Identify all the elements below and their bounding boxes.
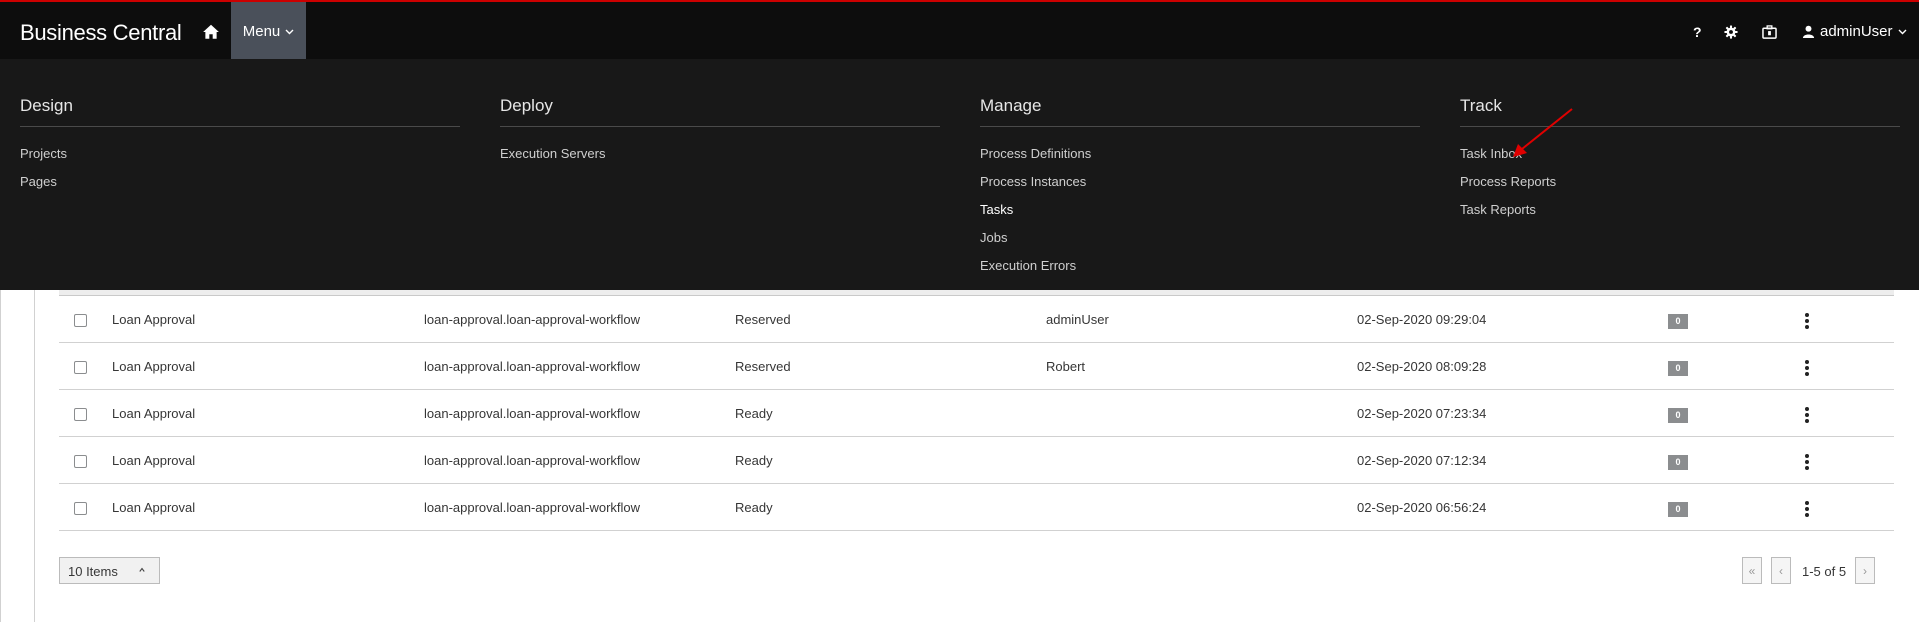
kebab-menu-icon[interactable]: [1805, 313, 1809, 329]
kebab-menu-icon[interactable]: [1805, 407, 1809, 423]
task-status: Ready: [735, 500, 773, 515]
menu-item-execution-errors[interactable]: Execution Errors: [980, 259, 1420, 287]
chevron-up-icon: [139, 567, 145, 572]
count-badge: 0: [1668, 361, 1688, 376]
gear-icon: [1724, 24, 1738, 39]
menu-column-manage: Manage Process Definitions Process Insta…: [980, 96, 1420, 287]
task-owner: Robert: [1046, 359, 1086, 374]
content-divider: [34, 290, 35, 622]
menu-item-process-instances[interactable]: Process Instances: [980, 175, 1420, 203]
table-row[interactable]: Loan Approval loan-approval.loan-approva…: [59, 484, 1894, 531]
chevron-down-icon: [285, 29, 294, 34]
task-notifications-button[interactable]: [1762, 2, 1777, 61]
task-created: 02-Sep-2020 09:29:04: [1357, 312, 1487, 327]
menu-item-pages[interactable]: Pages: [20, 175, 460, 203]
table-row[interactable]: Loan Approval loan-approval.loan-approva…: [59, 437, 1894, 484]
kebab-menu-icon[interactable]: [1805, 360, 1809, 376]
user-icon: [1802, 25, 1815, 38]
menu-toggle-button[interactable]: Menu: [231, 2, 306, 61]
row-checkbox[interactable]: [74, 502, 87, 515]
mega-menu-dropdown: Design Projects Pages Deploy Execution S…: [0, 59, 1919, 290]
task-created: 02-Sep-2020 08:09:28: [1357, 359, 1487, 374]
pagination-info: 1-5 of 5: [1802, 564, 1847, 579]
task-definition: loan-approval.loan-approval-workflow: [424, 406, 641, 421]
table-row[interactable]: Loan Approval loan-approval.loan-approva…: [59, 343, 1894, 390]
table-row[interactable]: Loan Approval loan-approval.loan-approva…: [59, 296, 1894, 343]
menu-item-jobs[interactable]: Jobs: [980, 231, 1420, 259]
menu-label: Menu: [242, 23, 281, 40]
app-brand[interactable]: Business Central: [20, 20, 182, 46]
menu-column-design: Design Projects Pages: [20, 96, 460, 203]
menu-item-projects[interactable]: Projects: [20, 147, 460, 175]
menu-item-process-reports[interactable]: Process Reports: [1460, 175, 1900, 203]
menu-item-tasks[interactable]: Tasks: [980, 203, 1420, 231]
task-status: Reserved: [735, 359, 791, 374]
row-checkbox[interactable]: [74, 408, 87, 421]
next-page-button[interactable]: ›: [1855, 557, 1875, 584]
task-name: Loan Approval: [112, 312, 196, 327]
row-checkbox[interactable]: [74, 314, 87, 327]
previous-page-button[interactable]: ‹: [1771, 557, 1791, 584]
task-owner: adminUser: [1046, 312, 1109, 327]
page-size-select[interactable]: 10 Items: [59, 557, 160, 584]
task-created: 02-Sep-2020 07:23:34: [1357, 406, 1487, 421]
page-edge-line: [0, 290, 1, 622]
help-label: ?: [1693, 23, 1702, 40]
task-status: Ready: [735, 453, 773, 468]
task-name: Loan Approval: [112, 453, 196, 468]
kebab-menu-icon[interactable]: [1805, 501, 1809, 517]
first-page-button[interactable]: «: [1742, 557, 1762, 584]
menu-column-title: Manage: [980, 96, 1420, 127]
menu-column-track: Track Task Inbox Process Reports Task Re…: [1460, 96, 1900, 231]
menu-column-title: Deploy: [500, 96, 940, 127]
row-checkbox[interactable]: [74, 361, 87, 374]
table-row[interactable]: Loan Approval loan-approval.loan-approva…: [59, 390, 1894, 437]
task-created: 02-Sep-2020 06:56:24: [1357, 500, 1487, 515]
count-badge: 0: [1668, 408, 1688, 423]
count-badge: 0: [1668, 455, 1688, 470]
menu-column-title: Design: [20, 96, 460, 127]
menu-column-title: Track: [1460, 96, 1900, 127]
menu-column-deploy: Deploy Execution Servers: [500, 96, 940, 175]
task-name: Loan Approval: [112, 406, 196, 421]
top-navbar: Business Central Menu ? adminUser: [0, 0, 1919, 61]
menu-item-process-definitions[interactable]: Process Definitions: [980, 147, 1420, 175]
menu-item-execution-servers[interactable]: Execution Servers: [500, 147, 940, 175]
task-definition: loan-approval.loan-approval-workflow: [424, 453, 641, 468]
home-icon[interactable]: [202, 23, 220, 41]
task-definition: loan-approval.loan-approval-workflow: [424, 359, 641, 374]
count-badge: 0: [1668, 314, 1688, 329]
task-definition: loan-approval.loan-approval-workflow: [424, 500, 641, 515]
task-status: Reserved: [735, 312, 791, 327]
help-button[interactable]: ?: [1693, 2, 1702, 61]
kebab-menu-icon[interactable]: [1805, 454, 1809, 470]
row-checkbox[interactable]: [74, 455, 87, 468]
menu-item-task-reports[interactable]: Task Reports: [1460, 203, 1900, 231]
task-created: 02-Sep-2020 07:12:34: [1357, 453, 1487, 468]
task-status: Ready: [735, 406, 773, 421]
page-size-label: 10 Items: [68, 564, 118, 579]
username-label: adminUser: [1820, 23, 1893, 40]
menu-item-task-inbox[interactable]: Task Inbox: [1460, 147, 1900, 175]
briefcase-icon: [1762, 24, 1777, 39]
task-name: Loan Approval: [112, 359, 196, 374]
settings-button[interactable]: [1724, 2, 1738, 61]
chevron-down-icon: [1898, 29, 1907, 34]
user-menu[interactable]: adminUser: [1802, 2, 1907, 61]
task-definition: loan-approval.loan-approval-workflow: [424, 312, 641, 327]
task-name: Loan Approval: [112, 500, 196, 515]
count-badge: 0: [1668, 502, 1688, 517]
